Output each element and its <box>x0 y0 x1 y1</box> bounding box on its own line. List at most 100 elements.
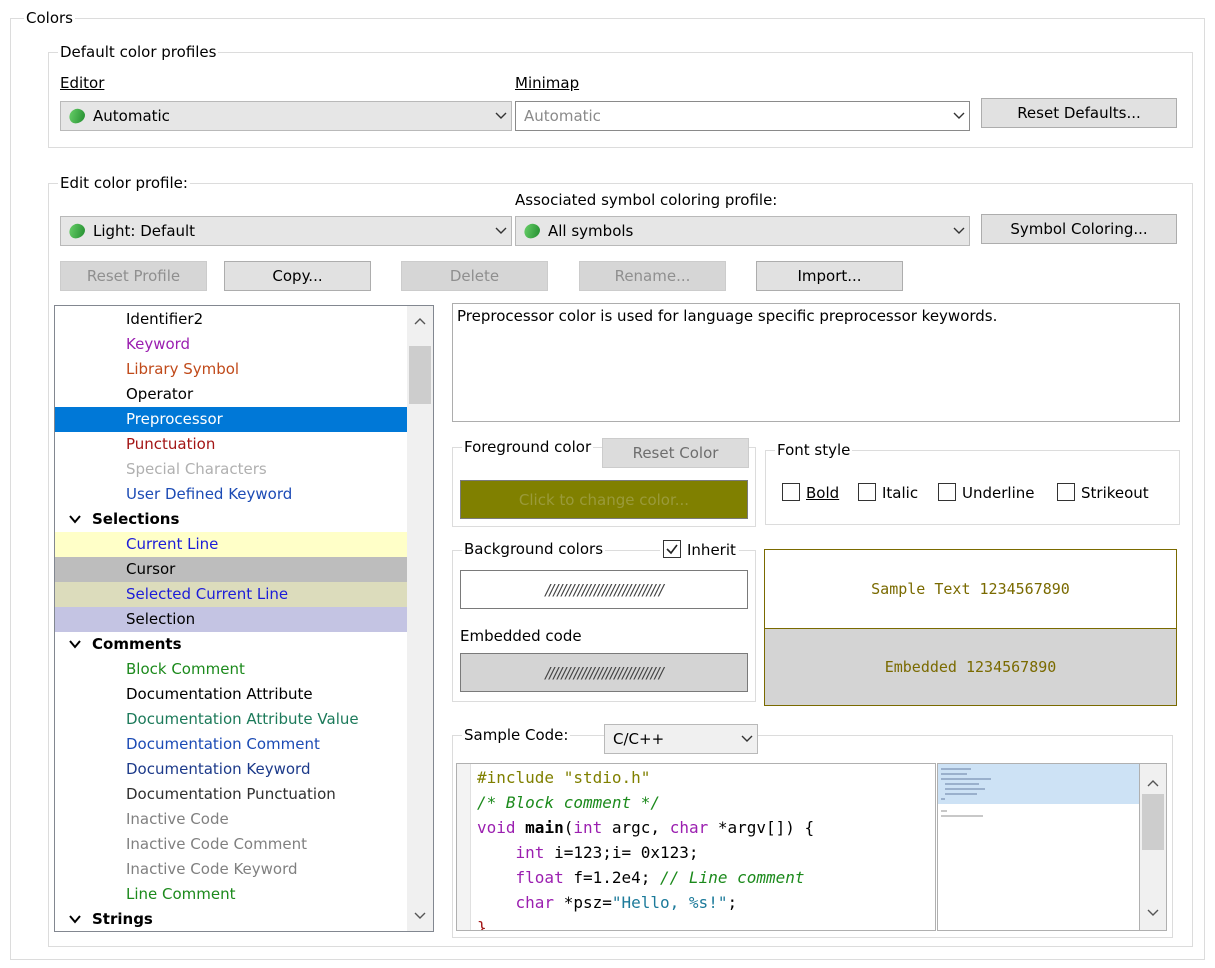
embedded-code-label: Embedded code <box>460 627 582 645</box>
chevron-down-icon[interactable] <box>68 507 92 532</box>
list-item[interactable]: Cursor <box>55 557 407 582</box>
chevron-down-icon[interactable] <box>68 907 92 931</box>
list-item[interactable]: Selection <box>55 607 407 632</box>
code-line: void main(int argc, char *argv[]) { <box>477 815 814 840</box>
embedded-pattern: ///////////////////////////// <box>545 663 664 682</box>
list-item[interactable]: Current Line <box>55 532 407 557</box>
italic-checkbox[interactable] <box>858 483 876 501</box>
reset-color-button[interactable]: Reset Color <box>602 438 749 468</box>
editor-profile-combo[interactable]: Automatic <box>60 101 512 131</box>
reset-profile-button[interactable]: Reset Profile <box>60 261 207 291</box>
embedded-color-swatch[interactable]: ///////////////////////////// <box>460 653 748 692</box>
editor-profile-value: Automatic <box>93 107 170 125</box>
code-token: *psz= <box>554 893 612 912</box>
language-combo[interactable]: C/C++ <box>604 724 758 754</box>
list-item[interactable]: Inactive Code Comment <box>55 832 407 857</box>
list-item[interactable]: Block Comment <box>55 657 407 682</box>
code-token: argc, <box>602 818 670 837</box>
list-item[interactable]: Documentation Punctuation <box>55 782 407 807</box>
assoc-symbol-combo[interactable]: All symbols <box>515 216 970 246</box>
code-scroll-thumb[interactable] <box>1142 794 1164 850</box>
code-token: void <box>477 818 526 837</box>
rename-button[interactable]: Rename... <box>579 261 726 291</box>
list-item[interactable]: Documentation Attribute <box>55 682 407 707</box>
underline-checkbox[interactable] <box>938 483 956 501</box>
list-item-label: Selections <box>92 510 180 528</box>
font-style-option-underline[interactable]: Underline <box>938 483 1034 502</box>
code-token: int <box>477 843 545 862</box>
font-style-option-strikeout[interactable]: Strikeout <box>1057 483 1149 502</box>
list-item[interactable]: Operator <box>55 382 407 407</box>
sample-text-preview: Sample Text 1234567890 <box>764 549 1177 629</box>
bold-label: Bold <box>806 484 840 502</box>
list-item-label: Documentation Punctuation <box>126 785 336 803</box>
list-item[interactable]: Documentation Keyword <box>55 757 407 782</box>
chevron-down-icon <box>491 217 511 245</box>
list-item[interactable]: Identifier2 <box>55 307 407 332</box>
list-item[interactable]: Library Symbol <box>55 357 407 382</box>
code-line: #include "stdio.h" <box>477 765 650 790</box>
code-scrollbar[interactable] <box>1140 763 1167 931</box>
scroll-up-icon[interactable] <box>1140 772 1166 794</box>
list-item[interactable]: Keyword <box>55 332 407 357</box>
scroll-down-icon[interactable] <box>407 905 433 927</box>
code-token: main <box>525 818 564 837</box>
list-category[interactable]: Selections <box>55 507 407 532</box>
font-style-option-bold[interactable]: Bold <box>782 483 839 502</box>
list-item[interactable]: User Defined Keyword <box>55 482 407 507</box>
inherit-checkbox[interactable] <box>663 540 681 558</box>
sample-code-editor[interactable]: #include "stdio.h" /* Block comment */ voi… <box>456 763 936 931</box>
code-token: i=123;i= 0x123; <box>544 843 699 862</box>
list-item[interactable]: Inactive Code Keyword <box>55 857 407 882</box>
edit-profile-title: Edit color profile: <box>58 174 190 192</box>
list-item[interactable]: Preprocessor <box>55 407 407 432</box>
list-item[interactable]: Selected Current Line <box>55 582 407 607</box>
click-to-change-text: Click to change color... <box>518 490 690 509</box>
underline-label: Underline <box>962 484 1035 502</box>
list-item-label: Comments <box>92 635 182 653</box>
default-profiles-title: Default color profiles <box>58 43 219 61</box>
list-item-label: Punctuation <box>126 435 216 453</box>
list-item[interactable]: Documentation Attribute Value <box>55 707 407 732</box>
list-item-label: Cursor <box>126 560 176 578</box>
list-category[interactable]: Comments <box>55 632 407 657</box>
list-item[interactable]: Punctuation <box>55 432 407 457</box>
code-line: float f=1.2e4; // Line comment <box>477 865 805 890</box>
strikeout-label: Strikeout <box>1081 484 1149 502</box>
code-token: *argv[]) { <box>708 818 815 837</box>
list-scroll-thumb[interactable] <box>409 346 431 404</box>
list-item[interactable]: Documentation Comment <box>55 732 407 757</box>
edit-profile-value: Light: Default <box>93 222 196 240</box>
list-item-label: Inactive Code Comment <box>126 835 307 853</box>
symbol-coloring-button[interactable]: Symbol Coloring... <box>981 214 1177 244</box>
copy-button[interactable]: Copy... <box>224 261 371 291</box>
code-token: f=1.2e4; <box>563 868 661 887</box>
font-style-option-italic[interactable]: Italic <box>858 483 918 502</box>
background-title: Background colors <box>462 540 606 558</box>
list-item[interactable]: Inactive Code <box>55 807 407 832</box>
reset-defaults-button[interactable]: Reset Defaults... <box>981 98 1177 128</box>
edit-profile-combo[interactable]: Light: Default <box>60 216 512 246</box>
inherit-option[interactable]: Inherit <box>660 540 739 559</box>
bold-checkbox[interactable] <box>782 483 800 501</box>
list-category[interactable]: Strings <box>55 907 407 931</box>
background-color-swatch[interactable]: ///////////////////////////// <box>460 570 748 609</box>
display-items-list[interactable]: Identifier2 Keyword Library Symbol Operator… <box>54 305 434 932</box>
import-button[interactable]: Import... <box>756 261 903 291</box>
code-line: } <box>477 915 487 930</box>
list-item[interactable]: Line Comment <box>55 882 407 907</box>
list-item-label: Inactive Code Keyword <box>126 860 298 878</box>
chevron-down-icon[interactable] <box>68 632 92 657</box>
list-item-label: Strings <box>92 910 153 928</box>
list-scrollbar[interactable] <box>407 306 433 931</box>
list-item[interactable]: Special Characters <box>55 457 407 482</box>
foreground-color-swatch[interactable]: Click to change color... <box>460 480 748 519</box>
assoc-symbol-label: Associated symbol coloring profile: <box>515 191 778 209</box>
code-token: ; <box>727 893 738 912</box>
minimap-profile-combo[interactable]: Automatic <box>515 101 970 131</box>
scroll-up-icon[interactable] <box>407 310 433 332</box>
list-item-label: Selection <box>126 610 196 628</box>
delete-button[interactable]: Delete <box>401 261 548 291</box>
scroll-down-icon[interactable] <box>1140 902 1166 924</box>
strikeout-checkbox[interactable] <box>1057 483 1075 501</box>
